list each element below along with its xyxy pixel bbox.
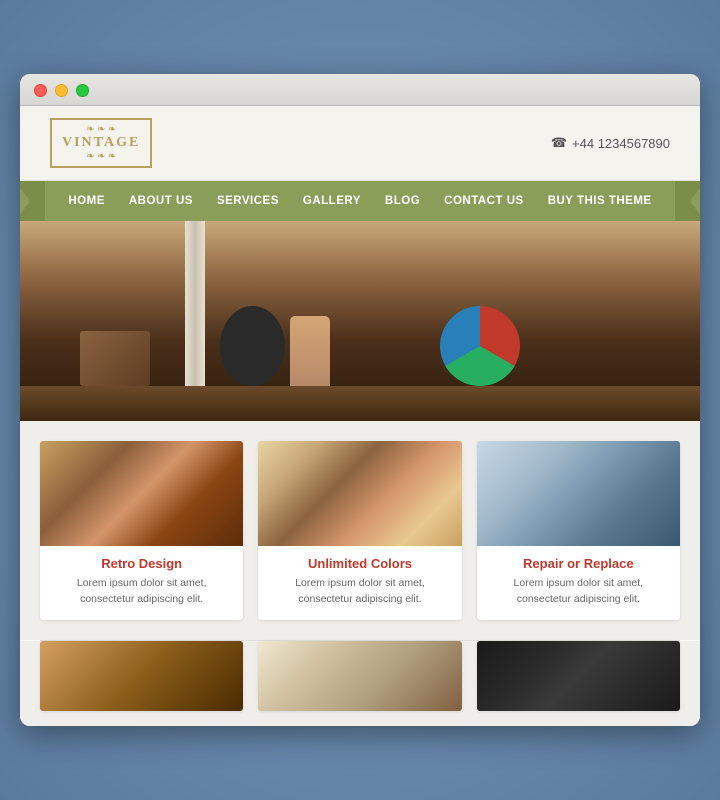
hero-scene: [20, 221, 700, 421]
nav-bar: HOME ABOUT US SERVICES GALLERY BLOG CONT…: [20, 181, 700, 221]
nav-item-services[interactable]: SERVICES: [205, 189, 291, 213]
maximize-button[interactable]: [76, 84, 89, 97]
nav-ribbon-right: [675, 181, 700, 221]
card-colors-body: Unlimited Colors Lorem ipsum dolor sit a…: [258, 546, 461, 620]
hero-table: [20, 386, 700, 421]
cards-bottom-section: [20, 641, 700, 726]
nav-ribbon-left: [20, 181, 45, 221]
card-bottom-1: [40, 641, 243, 711]
browser-window: ❧ ❧ ❧ VINTAGE ❧ ❧ ❧ ☎ +44 1234567890 HOM…: [20, 74, 700, 726]
nav-item-about[interactable]: ABOUT US: [117, 189, 205, 213]
logo-box: ❧ ❧ ❧ VINTAGE ❧ ❧ ❧: [50, 118, 152, 168]
hero-hand: [290, 316, 330, 386]
card-colors-image: [258, 441, 461, 546]
card-repair-replace: Repair or Replace Lorem ipsum dolor sit …: [477, 441, 680, 620]
card-repair-title: Repair or Replace: [489, 556, 668, 571]
logo-ornament-top: ❧ ❧ ❧: [62, 124, 140, 135]
card-retro-body: Retro Design Lorem ipsum dolor sit amet,…: [40, 546, 243, 620]
site-header: ❧ ❧ ❧ VINTAGE ❧ ❧ ❧ ☎ +44 1234567890: [20, 106, 700, 181]
nav-link-buy[interactable]: BUY THIS THEME: [536, 189, 664, 213]
website-content: ❧ ❧ ❧ VINTAGE ❧ ❧ ❧ ☎ +44 1234567890 HOM…: [20, 106, 700, 726]
hero-section: [20, 221, 700, 421]
nav-link-home[interactable]: HOME: [56, 189, 117, 213]
card-bottom-2: [258, 641, 461, 711]
card-bottom-3: [477, 641, 680, 711]
card-colors-title: Unlimited Colors: [270, 556, 449, 571]
browser-chrome: [20, 74, 700, 106]
nav-item-home[interactable]: HOME: [56, 189, 117, 213]
card-retro-design: Retro Design Lorem ipsum dolor sit amet,…: [40, 441, 243, 620]
card-repair-text: Lorem ipsum dolor sit amet, consectetur …: [489, 576, 668, 608]
nav-link-services[interactable]: SERVICES: [205, 189, 291, 213]
phone-icon: ☎: [551, 135, 567, 151]
hero-fan: [440, 306, 520, 386]
phone-number: +44 1234567890: [572, 136, 670, 151]
nav-link-gallery[interactable]: GALLERY: [291, 189, 373, 213]
card-colors-text: Lorem ipsum dolor sit amet, consectetur …: [270, 576, 449, 608]
nav-link-blog[interactable]: BLOG: [373, 189, 432, 213]
nav-item-buy[interactable]: BUY THIS THEME: [536, 189, 664, 213]
nav-link-about[interactable]: ABOUT US: [117, 189, 205, 213]
nav-item-blog[interactable]: BLOG: [373, 189, 432, 213]
card-retro-image: [40, 441, 243, 546]
card-repair-image: [477, 441, 680, 546]
card-retro-text: Lorem ipsum dolor sit amet, consectetur …: [52, 576, 231, 608]
phone-area: ☎ +44 1234567890: [551, 135, 670, 151]
close-button[interactable]: [34, 84, 47, 97]
nav-item-contact[interactable]: CONTACT US: [432, 189, 536, 213]
minimize-button[interactable]: [55, 84, 68, 97]
nav-link-contact[interactable]: CONTACT US: [432, 189, 536, 213]
cards-section: Retro Design Lorem ipsum dolor sit amet,…: [20, 421, 700, 640]
hero-radio: [80, 331, 150, 386]
card-retro-title: Retro Design: [52, 556, 231, 571]
hero-clock: [220, 306, 285, 386]
logo-ornament-bottom: ❧ ❧ ❧: [62, 151, 140, 162]
card-unlimited-colors: Unlimited Colors Lorem ipsum dolor sit a…: [258, 441, 461, 620]
nav-items: HOME ABOUT US SERVICES GALLERY BLOG CONT…: [56, 181, 663, 221]
nav-item-gallery[interactable]: GALLERY: [291, 189, 373, 213]
card-repair-body: Repair or Replace Lorem ipsum dolor sit …: [477, 546, 680, 620]
logo-text: VINTAGE: [62, 135, 140, 151]
logo-area: ❧ ❧ ❧ VINTAGE ❧ ❧ ❧: [50, 118, 152, 168]
